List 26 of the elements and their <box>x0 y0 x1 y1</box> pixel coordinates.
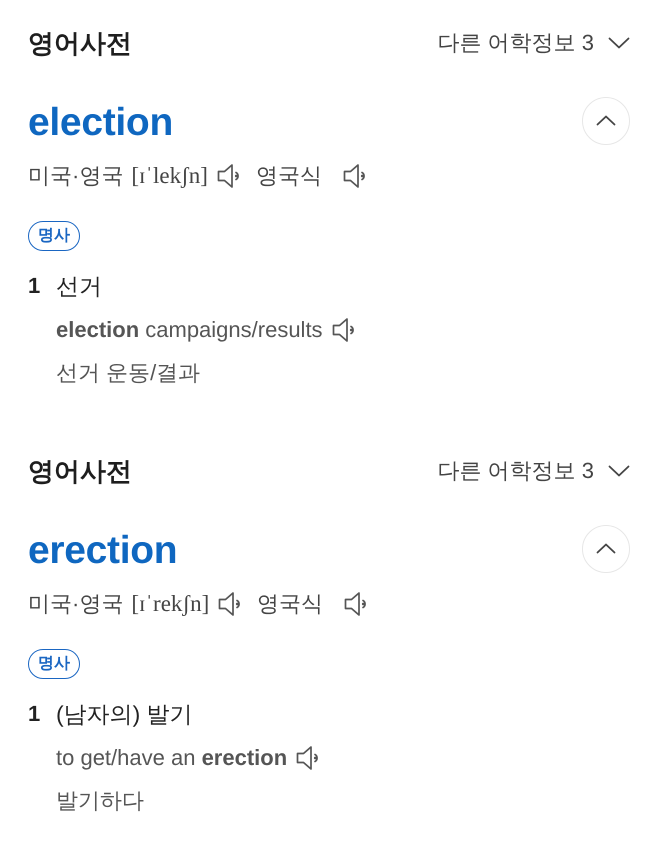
example-sentence: election campaigns/results <box>56 316 323 344</box>
example-translation: 선거 운동/결과 <box>56 359 200 387</box>
sense-meaning: (남자의) 발기 <box>56 700 193 729</box>
pronunciation-label: 미국·영국 <box>28 590 124 618</box>
part-of-speech-badge: 명사 <box>28 221 80 251</box>
chevron-up-icon <box>596 543 616 554</box>
headword: erection <box>28 528 178 574</box>
pronunciation-label: 미국·영국 <box>28 162 124 190</box>
phonetic-transcription: [ɪˈrekʃn] <box>131 590 210 618</box>
example-translation: 발기하다 <box>56 787 144 815</box>
chevron-down-icon <box>608 37 630 49</box>
phonetic-transcription: [ɪˈlekʃn] <box>131 162 208 190</box>
pronunciation-label: 영국식 <box>256 162 322 190</box>
part-of-speech-badge: 명사 <box>28 649 80 679</box>
more-info-link[interactable]: 다른 어학정보 3 <box>438 28 630 58</box>
chevron-up-icon <box>596 115 616 126</box>
chevron-down-icon <box>608 465 630 477</box>
example-sentence: to get/have an erection <box>56 744 288 772</box>
more-info-link[interactable]: 다른 어학정보 3 <box>438 456 630 486</box>
sense-number: 1 <box>28 700 42 728</box>
sense-meaning: 선거 <box>56 272 102 301</box>
dictionary-title: 영어사전 <box>28 455 132 488</box>
pronunciation-label: 영국식 <box>257 590 324 618</box>
dictionary-title: 영어사전 <box>28 27 132 60</box>
sense-number: 1 <box>28 272 42 300</box>
headword: election <box>28 100 173 146</box>
